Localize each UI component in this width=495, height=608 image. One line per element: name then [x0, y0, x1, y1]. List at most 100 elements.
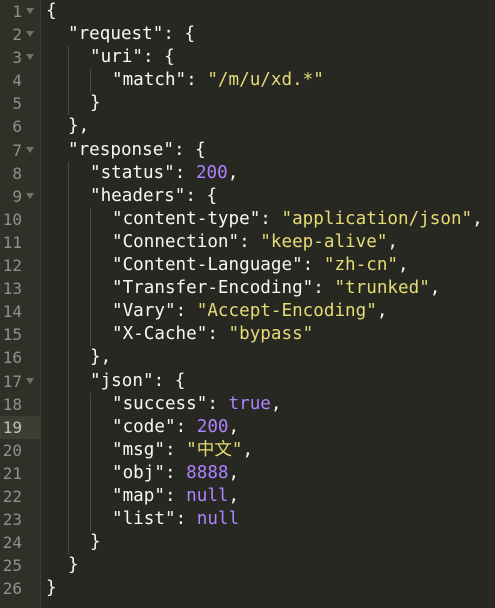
code-line[interactable]: 6},	[0, 115, 495, 138]
punctuation: :	[207, 324, 229, 345]
code-text[interactable]: "request": {	[68, 23, 195, 46]
fold-arrow-icon[interactable]	[26, 54, 34, 61]
code-line[interactable]: 2 "request": {	[0, 23, 495, 46]
punctuation: :	[313, 278, 335, 299]
json-key: "Content-Language"	[112, 255, 303, 276]
code-line[interactable]: 3 "uri": {	[0, 46, 495, 70]
code-text[interactable]: },	[90, 346, 111, 369]
indent-guide	[90, 392, 91, 416]
code-line[interactable]: 21 "obj": 8888,	[0, 461, 495, 485]
code-line[interactable]: 24}	[0, 531, 495, 555]
punctuation: :	[302, 255, 324, 276]
code-line[interactable]: 14 "Vary": "Accept-Encoding",	[0, 300, 495, 324]
code-text[interactable]: }	[46, 577, 57, 600]
indent-guide	[68, 277, 69, 301]
line-number: 4	[12, 71, 22, 91]
code-text[interactable]: "status": 200,	[90, 162, 238, 185]
code-text[interactable]: "Content-Language": "zh-cn",	[112, 254, 409, 277]
punctuation: ,	[376, 301, 388, 322]
code-line[interactable]: 5}	[0, 92, 495, 116]
code-text[interactable]: "map": null,	[112, 485, 239, 508]
code-line[interactable]: 8 "status": 200,	[0, 161, 495, 185]
indent-guide	[68, 207, 69, 231]
code-lines[interactable]: 1{2 "request": {3 "uri": {4 "match": "/m/u/…	[0, 0, 495, 600]
code-text[interactable]: "Vary": "Accept-Encoding",	[112, 300, 387, 323]
indent-guide	[90, 277, 91, 301]
punctuation: :	[164, 485, 187, 506]
line-number: 9	[12, 186, 22, 206]
code-text[interactable]: "json": {	[90, 370, 185, 393]
code-line[interactable]: 22 "map": null,	[0, 484, 495, 509]
line-number: 16	[2, 348, 22, 368]
code-text[interactable]: },	[68, 115, 89, 138]
code-line[interactable]: 25}	[0, 554, 495, 577]
code-text[interactable]: "response": {	[68, 139, 206, 162]
code-text[interactable]: "obj": 8888,	[112, 462, 239, 485]
literal-value: 200	[196, 416, 229, 437]
indent-guide	[90, 438, 91, 462]
fold-arrow-icon[interactable]	[26, 377, 34, 384]
code-text[interactable]: "success": true,	[112, 393, 282, 416]
code-line[interactable]: 20 "msg": "中文",	[0, 438, 495, 462]
code-line[interactable]: 1{	[0, 0, 495, 23]
code-line[interactable]: 12 "Content-Language": "zh-cn",	[0, 254, 495, 278]
code-line[interactable]: 26}	[0, 577, 495, 600]
code-text[interactable]: "X-Cache": "bypass"	[112, 323, 313, 346]
code-line[interactable]: 11 "Connection": "keep-alive",	[0, 230, 495, 255]
code-text[interactable]: "msg": "中文",	[112, 439, 253, 462]
code-line[interactable]: 18 "success": true,	[0, 392, 495, 416]
indent-guide	[68, 69, 69, 93]
code-text[interactable]: "match": "/m/u/xd.*"	[112, 69, 324, 92]
code-text[interactable]: }	[90, 92, 101, 115]
indent-guide	[68, 230, 69, 255]
string-value: "Accept-Encoding"	[196, 301, 377, 322]
indent-guide	[68, 461, 69, 485]
code-text[interactable]: {	[46, 0, 57, 23]
line-number: 25	[2, 556, 22, 576]
fold-arrow-icon[interactable]	[26, 31, 34, 38]
indent-guide	[90, 461, 91, 485]
json-key: "msg"	[112, 439, 165, 460]
indent-guide	[68, 323, 69, 347]
json-key: "obj"	[112, 462, 165, 483]
punctuation: ,	[472, 208, 483, 229]
code-text[interactable]: "code": 200,	[112, 416, 239, 439]
json-key: "uri"	[90, 47, 143, 68]
literal-value: null	[196, 509, 240, 530]
line-number: 2	[12, 25, 22, 45]
code-line[interactable]: 9 "headers": {	[0, 184, 495, 208]
code-line[interactable]: 10 "content-type": "application/json",	[0, 207, 495, 231]
fold-arrow-icon[interactable]	[26, 146, 34, 153]
string-value: "trunked"	[334, 278, 430, 299]
code-text[interactable]: }	[90, 531, 101, 554]
code-text[interactable]: "uri": {	[90, 46, 175, 69]
code-text[interactable]: }	[68, 554, 79, 577]
punctuation: :	[164, 439, 187, 460]
code-line[interactable]: 4 "match": "/m/u/xd.*"	[0, 69, 495, 93]
code-line[interactable]: 15 "X-Cache": "bypass"	[0, 323, 495, 347]
code-text[interactable]: "list": null	[112, 508, 239, 531]
line-number: 19	[2, 417, 22, 437]
punctuation: :	[239, 231, 261, 252]
code-line[interactable]: 19 "code": 200,	[0, 415, 495, 439]
code-line[interactable]: 16},	[0, 346, 495, 370]
punctuation: },	[68, 116, 90, 137]
code-editor[interactable]: 1{2 "request": {3 "uri": {4 "match": "/m/u/…	[0, 0, 495, 608]
indent-guide	[90, 69, 91, 93]
code-line[interactable]: 13 "Transfer-Encoding": "trunked",	[0, 277, 495, 301]
code-line[interactable]: 17 "json": {	[0, 369, 495, 393]
fold-arrow-icon[interactable]	[26, 8, 34, 14]
punctuation: }	[46, 578, 57, 599]
indent-guide	[68, 369, 69, 393]
line-number: 22	[2, 486, 22, 506]
code-text[interactable]: "Transfer-Encoding": "trunked",	[112, 277, 440, 300]
string-value: "bypass"	[228, 324, 314, 345]
code-line[interactable]: 7 "response": {	[0, 139, 495, 162]
line-number: 21	[2, 463, 22, 483]
code-text[interactable]: "headers": {	[90, 185, 217, 208]
code-text[interactable]: "Connection": "keep-alive",	[112, 231, 398, 254]
line-number: 8	[12, 163, 22, 183]
code-text[interactable]: "content-type": "application/json",	[112, 208, 483, 231]
code-line[interactable]: 23 "list": null	[0, 508, 495, 532]
fold-arrow-icon[interactable]	[26, 192, 34, 199]
